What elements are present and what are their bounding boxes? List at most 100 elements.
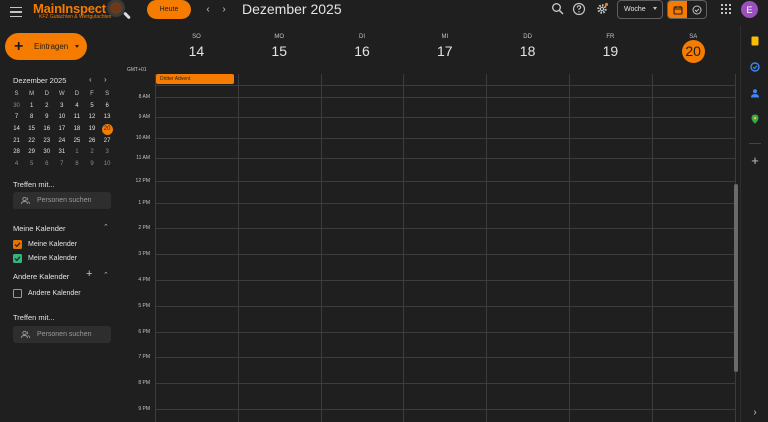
help-icon[interactable]	[572, 2, 586, 16]
mini-calendar-day[interactable]: 2	[39, 101, 54, 113]
mini-calendar-day[interactable]: 8	[24, 112, 39, 124]
day-number[interactable]: 17	[403, 43, 486, 59]
people-search-input[interactable]: Personen suchen	[13, 192, 111, 209]
mini-calendar-day[interactable]: 24	[54, 136, 69, 148]
mini-calendar-day[interactable]: 25	[69, 136, 84, 148]
mini-calendar-day[interactable]: 12	[84, 112, 99, 124]
today-button[interactable]: Heute	[147, 0, 191, 19]
apps-grid-icon[interactable]	[721, 4, 731, 14]
chevron-left-icon[interactable]: ‹	[203, 4, 213, 16]
day-column-header[interactable]: MI 17	[403, 26, 486, 74]
view-select[interactable]: Woche	[617, 0, 663, 19]
day-column-header[interactable]: DI 16	[321, 26, 404, 74]
day-column-divider	[651, 74, 653, 422]
other-calendars-title[interactable]: Andere Kalender	[13, 272, 69, 281]
mini-calendar-day[interactable]: 5	[84, 101, 99, 113]
mini-calendar-day[interactable]: 7	[9, 112, 24, 124]
day-number[interactable]: 14	[155, 43, 238, 59]
maps-icon[interactable]	[750, 114, 760, 124]
vertical-scrollbar[interactable]	[734, 184, 738, 372]
other-calendar-item[interactable]: Andere Kalender	[13, 289, 81, 298]
my-calendar-item[interactable]: Meine Kalender	[13, 254, 77, 263]
mini-calendar-day[interactable]: 6	[39, 159, 54, 171]
mini-calendar-day[interactable]: 9	[39, 112, 54, 124]
mini-calendar-day[interactable]: 9	[84, 159, 99, 171]
mini-calendar-day[interactable]: 13	[100, 112, 115, 124]
mini-calendar-day[interactable]: 5	[24, 159, 39, 171]
mini-calendar-day[interactable]: 19	[84, 124, 99, 136]
my-calendar-item[interactable]: Meine Kalender	[13, 240, 77, 249]
allday-event-chip[interactable]: Dritter Advent	[156, 74, 234, 84]
day-number[interactable]: 18	[486, 43, 569, 59]
mini-calendar-day[interactable]: 26	[84, 136, 99, 148]
mini-calendar-day[interactable]: 1	[69, 147, 84, 159]
mini-calendar-day[interactable]: 30	[9, 101, 24, 113]
day-column-header[interactable]: SA 20	[652, 26, 735, 74]
day-column-header[interactable]: DD 18	[486, 26, 569, 74]
mini-calendar-day[interactable]: 1	[24, 101, 39, 113]
mini-calendar-day[interactable]: 16	[39, 124, 54, 136]
mini-calendar-day[interactable]: 3	[54, 101, 69, 113]
mini-calendar-day[interactable]: 21	[9, 136, 24, 148]
chevron-up-icon[interactable]: ⌃	[103, 271, 109, 279]
mini-calendar-day[interactable]: 3	[100, 147, 115, 159]
people-search-input[interactable]: Personen suchen	[13, 326, 111, 343]
chevron-right-icon[interactable]: ›	[219, 4, 229, 16]
mini-calendar-day[interactable]: 14	[9, 124, 24, 136]
day-number[interactable]: 19	[569, 43, 652, 59]
brand-logo[interactable]: MainInspect KFZ Gutachten & Wertgutachte…	[31, 0, 131, 24]
mini-calendar-day[interactable]: 11	[69, 112, 84, 124]
add-addon-plus-icon[interactable]: +	[750, 154, 760, 167]
mini-calendar-day[interactable]: 17	[54, 124, 69, 136]
calendar-item-label: Meine Kalender	[28, 241, 78, 248]
mini-calendar-day[interactable]: 29	[24, 147, 39, 159]
mini-calendar-day[interactable]: 4	[9, 159, 24, 171]
day-column-header[interactable]: SO 14	[155, 26, 238, 74]
mini-calendar-day[interactable]: 8	[69, 159, 84, 171]
mini-calendar-day[interactable]: 2	[84, 147, 99, 159]
top-bar: MainInspect KFZ Gutachten & Wertgutachte…	[0, 0, 768, 26]
mini-calendar-day[interactable]: 22	[24, 136, 39, 148]
day-number[interactable]: 15	[238, 43, 321, 59]
mini-calendar-day[interactable]: 6	[100, 101, 115, 113]
checkmark-icon	[14, 242, 21, 248]
mini-calendar-day[interactable]: 30	[39, 147, 54, 159]
my-calendars-title[interactable]: Meine Kalender	[13, 224, 66, 233]
day-column-header[interactable]: MO 15	[238, 26, 321, 74]
tasks-view-button[interactable]	[687, 1, 706, 18]
keep-notes-icon[interactable]	[750, 36, 760, 46]
time-grid[interactable]	[155, 74, 736, 422]
chevron-right-icon[interactable]: ›	[750, 408, 760, 418]
mini-prev-chevron-icon[interactable]: ‹	[89, 75, 92, 84]
calendar-checkbox[interactable]	[13, 254, 22, 263]
mini-calendar-day[interactable]: 23	[39, 136, 54, 148]
meet-with-title: Treffen mit...	[13, 180, 55, 189]
mini-calendar-day[interactable]: 7	[54, 159, 69, 171]
calendar-checkbox[interactable]	[13, 289, 22, 298]
calendar-view-button[interactable]	[668, 1, 687, 18]
mini-calendar-week-row: 30 1 2 3 4 5 6	[9, 101, 115, 113]
calendar-checkbox[interactable]	[13, 240, 22, 249]
search-icon[interactable]	[551, 2, 565, 16]
mini-calendar-day[interactable]: 27	[100, 136, 115, 148]
mini-next-chevron-icon[interactable]: ›	[104, 75, 107, 84]
mini-calendar-day[interactable]: 28	[9, 147, 24, 159]
mini-calendar-day[interactable]: 20	[100, 124, 115, 136]
day-column-header[interactable]: FR 19	[569, 26, 652, 74]
tasks-icon[interactable]	[750, 62, 760, 72]
day-number[interactable]: 16	[321, 43, 404, 59]
contacts-icon[interactable]	[750, 88, 760, 98]
create-button[interactable]: + Eintragen	[5, 33, 87, 60]
account-avatar[interactable]: E	[741, 1, 758, 18]
settings-gear-icon[interactable]	[595, 2, 609, 16]
mini-calendar-day[interactable]: 18	[69, 124, 84, 136]
mini-calendar-day[interactable]: 15	[24, 124, 39, 136]
mini-calendar-day[interactable]: 10	[54, 112, 69, 124]
main-menu-icon[interactable]	[10, 4, 26, 20]
chevron-up-icon[interactable]: ⌃	[103, 223, 109, 231]
add-calendar-plus-icon[interactable]: +	[86, 269, 92, 280]
mini-calendar-day[interactable]: 31	[54, 147, 69, 159]
mini-calendar-day[interactable]: 4	[69, 101, 84, 113]
mini-calendar-day[interactable]: 10	[100, 159, 115, 171]
day-number[interactable]: 20	[652, 40, 735, 63]
